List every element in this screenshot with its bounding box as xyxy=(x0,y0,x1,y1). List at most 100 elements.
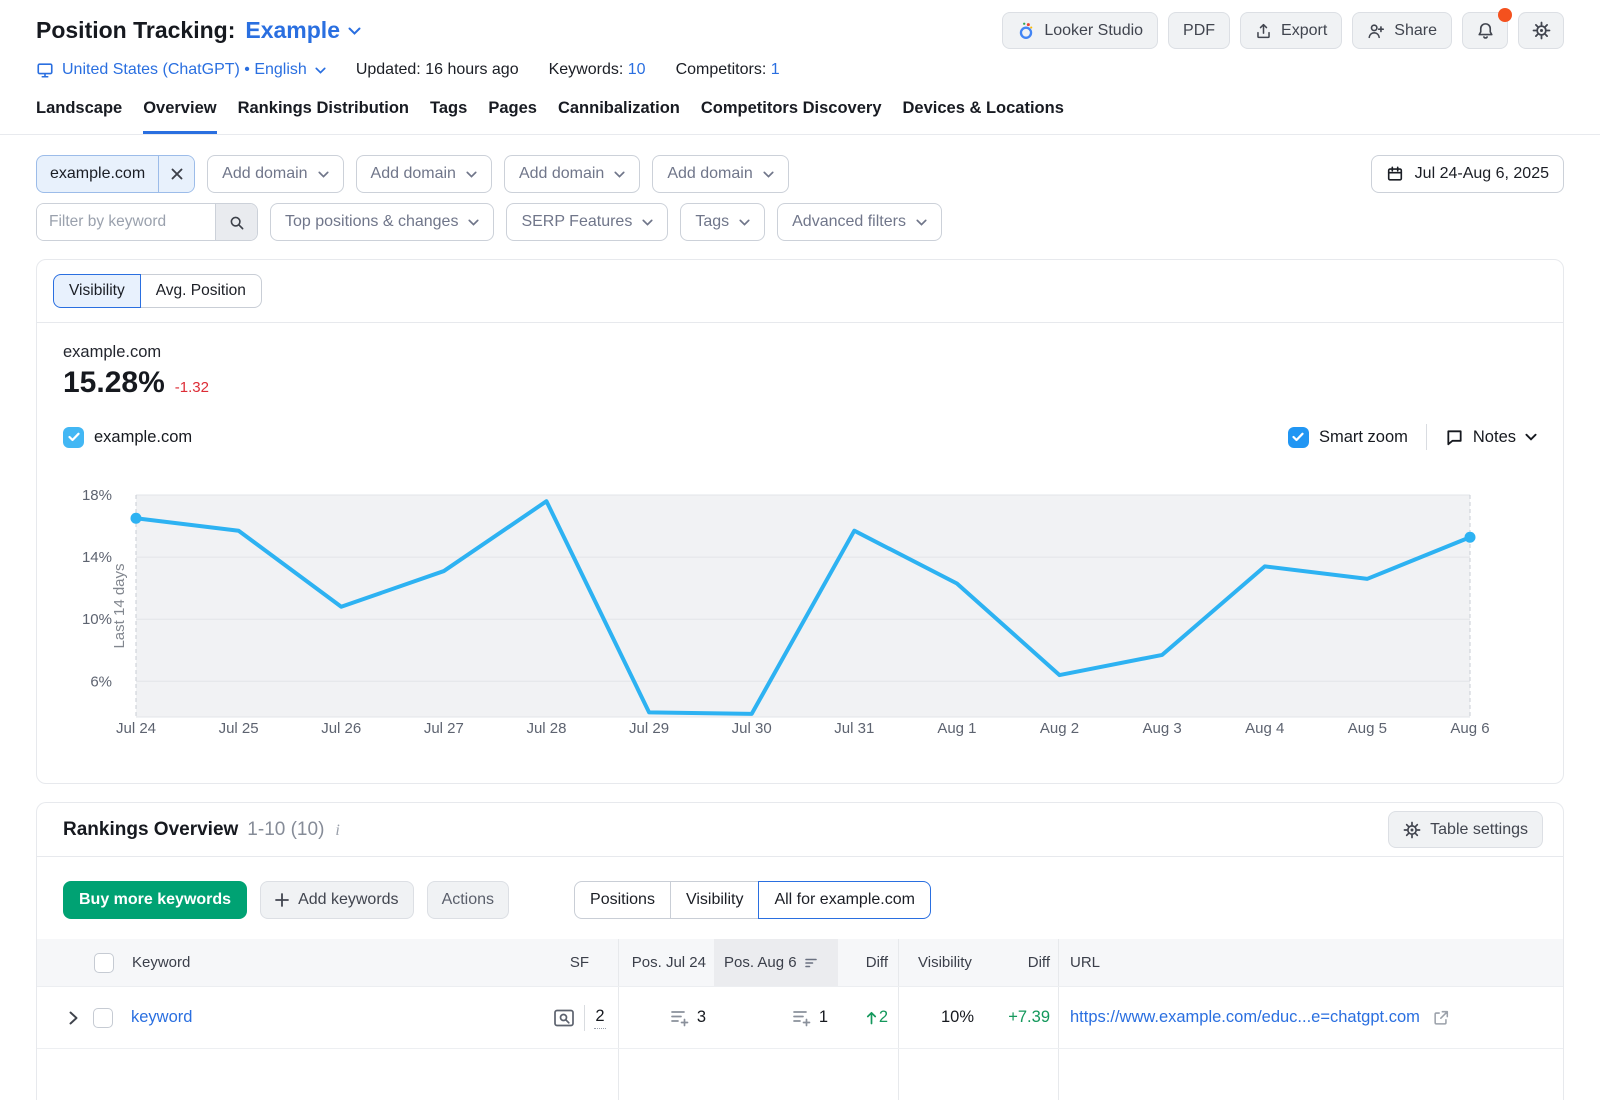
domain-chip[interactable]: example.com xyxy=(36,155,195,193)
col-diff2: Diff xyxy=(986,939,1058,986)
external-link-icon[interactable] xyxy=(1430,1007,1452,1029)
tab-pages[interactable]: Pages xyxy=(488,99,537,134)
keyword-search-button[interactable] xyxy=(215,204,257,240)
svg-text:Aug 3: Aug 3 xyxy=(1143,720,1182,737)
pos-start-cell: 3 xyxy=(618,987,714,1048)
buy-more-keywords-button[interactable]: Buy more keywords xyxy=(63,881,247,919)
ai-position-list-icon xyxy=(792,1009,812,1027)
toggle-avg-position[interactable]: Avg. Position xyxy=(140,274,262,308)
serp-preview-icon[interactable] xyxy=(553,1008,575,1028)
view-visibility[interactable]: Visibility xyxy=(670,881,760,919)
series-legend-toggle[interactable]: example.com xyxy=(63,427,192,448)
serp-features-label: SERP Features xyxy=(521,213,632,231)
tab-rankings-distribution[interactable]: Rankings Distribution xyxy=(238,99,409,134)
chevron-down-icon xyxy=(1525,433,1537,441)
metric-toggle: Visibility Avg. Position xyxy=(53,274,262,308)
select-all-checkbox[interactable] xyxy=(94,953,114,973)
date-range-label: Jul 24-Aug 6, 2025 xyxy=(1415,165,1549,183)
table-filler-row xyxy=(37,1049,1563,1100)
visibility-trend-chart[interactable]: 18%14%10%6%Jul 24Jul 25Jul 26Jul 27Jul 2… xyxy=(37,483,1563,743)
notes-dropdown[interactable]: Notes xyxy=(1445,428,1537,447)
visibility-cell: 10% xyxy=(898,987,986,1048)
competitors-count-item: Competitors: 1 xyxy=(676,61,780,79)
tags-filter[interactable]: Tags xyxy=(680,203,765,241)
check-icon xyxy=(1292,432,1304,442)
share-button[interactable]: Share xyxy=(1352,12,1452,49)
info-icon[interactable] xyxy=(333,822,341,840)
competitors-count-link[interactable]: 1 xyxy=(771,61,780,78)
chevron-down-icon xyxy=(468,219,479,226)
location-language-selector[interactable]: United States (ChatGPT) • English xyxy=(36,61,326,79)
arrow-up-icon xyxy=(866,1011,877,1025)
tab-competitors-discovery[interactable]: Competitors Discovery xyxy=(701,99,882,134)
url-link[interactable]: https://www.example.com/educ...e=chatgpt… xyxy=(1070,1008,1420,1027)
add-domain-dropdown-4[interactable]: Add domain xyxy=(652,155,788,193)
date-range-picker[interactable]: Jul 24-Aug 6, 2025 xyxy=(1371,155,1564,193)
settings-button[interactable] xyxy=(1518,12,1564,49)
chevron-down-icon xyxy=(763,171,774,178)
view-all-for-domain[interactable]: All for example.com xyxy=(758,881,931,919)
keywords-label: Keywords: xyxy=(549,61,624,78)
svg-text:Jul 29: Jul 29 xyxy=(629,720,669,737)
table-view-toggle: Positions Visibility All for example.com xyxy=(574,881,931,919)
keyword-link[interactable]: keyword xyxy=(131,1008,192,1027)
diff-cell: 2 xyxy=(838,987,898,1048)
smart-zoom-checkbox-checked[interactable] xyxy=(1288,427,1309,448)
svg-text:6%: 6% xyxy=(90,673,112,690)
sort-descending-icon xyxy=(804,957,818,969)
chevron-down-icon xyxy=(466,171,477,178)
domain-chip-label: example.com xyxy=(37,156,158,192)
add-domain-dropdown-2[interactable]: Add domain xyxy=(356,155,492,193)
export-icon xyxy=(1255,22,1272,40)
add-domain-dropdown-1[interactable]: Add domain xyxy=(207,155,343,193)
col-sf: SF xyxy=(541,939,618,986)
actions-button[interactable]: Actions xyxy=(427,881,509,919)
export-button[interactable]: Export xyxy=(1240,12,1342,49)
position-tracking-page: Position Tracking: Example Looker Studio… xyxy=(0,0,1600,1100)
filter-by-keyword-input[interactable] xyxy=(37,204,215,240)
svg-text:Jul 31: Jul 31 xyxy=(834,720,874,737)
sf-count-link[interactable]: 2 xyxy=(594,1007,605,1029)
share-label: Share xyxy=(1394,22,1437,40)
serp-features-filter[interactable]: SERP Features xyxy=(506,203,668,241)
tab-devices-locations[interactable]: Devices & Locations xyxy=(903,99,1064,134)
add-keywords-button[interactable]: Add keywords xyxy=(260,881,414,919)
plus-icon xyxy=(275,893,289,907)
tab-tags[interactable]: Tags xyxy=(430,99,467,134)
looker-studio-button[interactable]: Looker Studio xyxy=(1002,12,1158,49)
campaign-meta-row: United States (ChatGPT) • English Update… xyxy=(0,49,1600,79)
remove-domain-button[interactable] xyxy=(158,156,194,192)
tab-overview[interactable]: Overview xyxy=(143,99,216,134)
keyword-cell: keyword xyxy=(37,987,541,1048)
svg-text:Aug 5: Aug 5 xyxy=(1348,720,1387,737)
project-picker[interactable]: Example xyxy=(245,17,361,44)
top-positions-filter[interactable]: Top positions & changes xyxy=(270,203,494,241)
position-diff-up: 2 xyxy=(866,1008,888,1027)
add-domain-label: Add domain xyxy=(667,165,752,183)
advanced-filters[interactable]: Advanced filters xyxy=(777,203,942,241)
add-domain-label: Add domain xyxy=(519,165,604,183)
location-label: United States (ChatGPT) • English xyxy=(62,61,307,79)
svg-text:14%: 14% xyxy=(82,549,112,566)
notes-label: Notes xyxy=(1473,428,1516,447)
pdf-button[interactable]: PDF xyxy=(1168,12,1230,49)
notes-icon xyxy=(1445,428,1464,447)
looker-studio-icon xyxy=(1017,21,1035,40)
series-checkbox-checked[interactable] xyxy=(63,427,84,448)
col-pos-end-sorted[interactable]: Pos. Aug 6 xyxy=(714,939,838,986)
row-checkbox[interactable] xyxy=(93,1008,113,1028)
view-positions[interactable]: Positions xyxy=(574,881,671,919)
rankings-title: Rankings Overview xyxy=(63,819,238,841)
notifications-button[interactable] xyxy=(1462,12,1508,49)
keywords-count-link[interactable]: 10 xyxy=(628,61,646,78)
tab-landscape[interactable]: Landscape xyxy=(36,99,122,134)
expand-row-chevron[interactable] xyxy=(67,1009,80,1027)
export-label: Export xyxy=(1281,22,1327,40)
rankings-actions-row: Buy more keywords Add keywords Actions P… xyxy=(37,857,1563,939)
smart-zoom-toggle[interactable]: Smart zoom xyxy=(1288,427,1408,448)
svg-text:Jul 30: Jul 30 xyxy=(732,720,772,737)
tab-cannibalization[interactable]: Cannibalization xyxy=(558,99,680,134)
table-settings-button[interactable]: Table settings xyxy=(1388,811,1543,848)
toggle-visibility[interactable]: Visibility xyxy=(53,274,141,308)
add-domain-dropdown-3[interactable]: Add domain xyxy=(504,155,640,193)
